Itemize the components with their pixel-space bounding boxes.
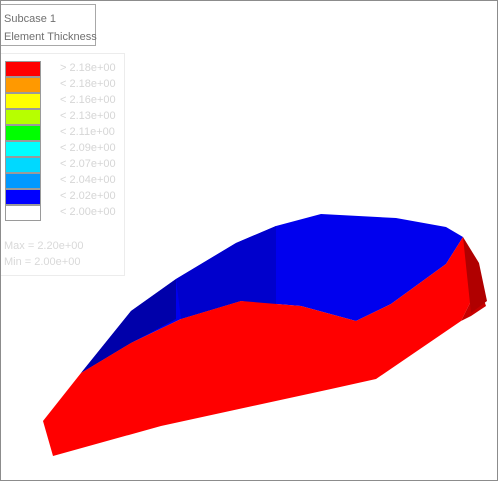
legend-swatch bbox=[5, 157, 41, 173]
graphics-viewport[interactable]: Subcase 1 Element Thickness > 2.18e+00 <… bbox=[0, 0, 498, 481]
legend-swatch bbox=[5, 77, 41, 93]
min-value-label: Min = 2.00e+00 bbox=[4, 256, 81, 268]
legend-item: < 2.16e+00 bbox=[5, 93, 125, 109]
legend-item: < 2.02e+00 bbox=[5, 189, 125, 205]
legend-item: < 2.07e+00 bbox=[5, 157, 125, 173]
legend-range-label: < 2.13e+00 bbox=[60, 110, 116, 122]
legend-swatch bbox=[5, 189, 41, 205]
legend-item: < 2.18e+00 bbox=[5, 77, 125, 93]
legend-swatch bbox=[5, 141, 41, 157]
legend-range-label: < 2.07e+00 bbox=[60, 158, 116, 170]
contour-legend[interactable]: > 2.18e+00 < 2.18e+00 < 2.16e+00 < 2.13e… bbox=[1, 53, 125, 276]
legend-range-label: < 2.00e+00 bbox=[60, 206, 116, 218]
legend-range-label: < 2.02e+00 bbox=[60, 190, 116, 202]
legend-range-label: < 2.09e+00 bbox=[60, 142, 116, 154]
legend-range-label: > 2.18e+00 bbox=[60, 62, 116, 74]
legend-item: < 2.13e+00 bbox=[5, 109, 125, 125]
legend-item: < 2.09e+00 bbox=[5, 141, 125, 157]
subcase-label: Subcase 1 bbox=[4, 13, 56, 25]
legend-range-label: < 2.18e+00 bbox=[60, 78, 116, 90]
legend-swatch bbox=[5, 109, 41, 125]
max-value-label: Max = 2.20e+00 bbox=[4, 240, 84, 252]
legend-swatch bbox=[5, 205, 41, 221]
result-type-label: Element Thickness bbox=[4, 31, 97, 43]
legend-swatch bbox=[5, 93, 41, 109]
legend-range-label: < 2.11e+00 bbox=[60, 126, 115, 138]
legend-swatch bbox=[5, 125, 41, 141]
legend-range-label: < 2.16e+00 bbox=[60, 94, 116, 106]
legend-item: < 2.04e+00 bbox=[5, 173, 125, 189]
legend-range-label: < 2.04e+00 bbox=[60, 174, 116, 186]
legend-swatch bbox=[5, 173, 41, 189]
legend-item: < 2.00e+00 bbox=[5, 205, 125, 221]
legend-item: < 2.11e+00 bbox=[5, 125, 125, 141]
legend-item: > 2.18e+00 bbox=[5, 61, 125, 77]
result-title-box: Subcase 1 Element Thickness bbox=[1, 4, 97, 46]
legend-swatch bbox=[5, 61, 41, 77]
legend-stats: Max = 2.20e+00 Min = 2.00e+00 bbox=[4, 238, 84, 270]
